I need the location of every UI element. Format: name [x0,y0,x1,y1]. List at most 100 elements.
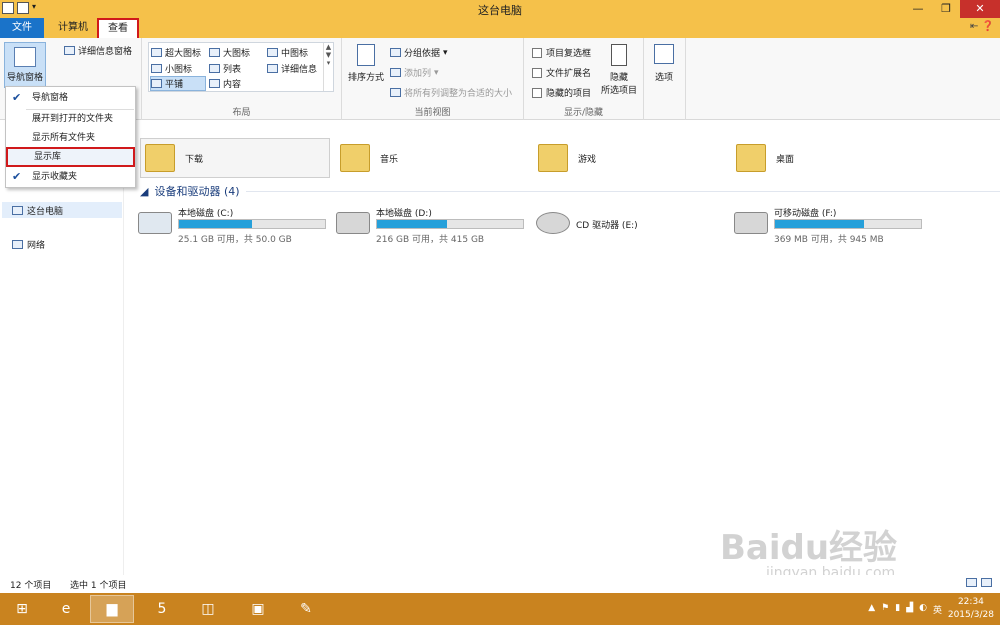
ribbon-collapse-icon[interactable]: ⇤ ❓ [970,21,994,32]
drive-name: 本地磁盘 (D:) [376,209,432,219]
layout-gallery-scroll[interactable]: ▲ ▼ ▾ [323,43,333,91]
nav-item-network[interactable]: 网络 [12,238,45,251]
checkbox[interactable] [532,47,542,58]
folder-label: 音乐 [380,154,399,165]
network-icon [12,240,23,249]
nav-item-this-pc[interactable]: 这台电脑 [2,202,122,218]
hide-selected-button[interactable]: 隐藏 所选项目 [598,44,640,96]
computer-icon [12,205,23,215]
cd-drive-icon [536,212,570,234]
close-button[interactable]: ✕ [960,0,1000,18]
ribbon: 导航窗格 详细信息窗格 超大图标 大图标 中图标 小图标 列表 详细信息 平铺 … [0,38,1000,120]
minimize-button[interactable]: — [904,0,932,18]
item-checkboxes-toggle[interactable]: 项目复选框 [532,46,591,59]
clock[interactable]: 22:34 2015/3/28 [948,596,994,622]
dropdown-item-label: 显示所有文件夹 [32,133,96,143]
tab-view[interactable]: 查看 [97,18,139,38]
options-icon [654,44,674,64]
xl-icons-icon [151,48,162,57]
folder-desktop[interactable]: 桌面 [736,138,926,178]
detail-pane-button[interactable]: 详细信息窗格 [64,44,132,57]
layout-small-icons[interactable]: 小图标 [151,61,192,76]
layout-list[interactable]: 列表 [209,61,241,76]
large-icons-view-icon[interactable] [981,578,992,587]
fit-columns-icon [390,88,401,97]
hide-selected-icon [611,44,627,66]
folder-label: 下载 [185,154,204,165]
group-by-icon [390,48,401,57]
system-tray: ▲ ⚑ ▮ ▟ ◐ 英 [868,603,942,616]
sort-button[interactable]: 排序方式 [346,44,386,83]
folder-icon: ▆ [106,601,118,617]
current-view-group: 排序方式 分组依据 ▾ 添加列 ▾ 将所有列调整为合适的大小 当前视图 [342,38,524,120]
layout-xl-icons[interactable]: 超大图标 [151,45,201,60]
layout-content[interactable]: 内容 [209,76,241,91]
remote-desktop-icon: ▣ [251,601,265,617]
input-language[interactable]: 英 [933,603,942,616]
power-icon[interactable]: ▮ [895,603,900,616]
ie-button[interactable]: e [44,595,88,623]
group-by-button[interactable]: 分组依据 ▾ [390,46,448,59]
maximize-button[interactable]: ❐ [932,0,960,18]
dropdown-item-expand[interactable]: 展开到打开的文件夹 [6,109,135,129]
checkbox[interactable] [532,67,542,78]
app5-button[interactable]: 5 [140,595,184,623]
drive-name: 本地磁盘 (C:) [178,209,234,219]
add-column-icon [390,68,401,77]
remote-button[interactable]: ▣ [236,595,280,623]
usage-bar [178,219,326,229]
folder-games[interactable]: 游戏 [538,138,728,178]
nav-pane-button[interactable]: 导航窗格 [4,42,46,88]
signal-icon[interactable]: ▟ [906,603,913,616]
selection-count: 选中 1 个项目 [70,581,127,591]
layout-details[interactable]: 详细信息 [267,61,317,76]
small-icons-label: 小图标 [165,65,193,75]
nav-item-label: 网络 [27,241,46,251]
file-ext-toggle[interactable]: 文件扩展名 [532,66,591,79]
volume-icon[interactable]: ◐ [919,603,927,616]
devices-section-header[interactable]: ◢ 设备和驱动器 (4) [140,183,1000,199]
paint-icon: ✎ [300,601,312,617]
drive-f[interactable]: 可移动磁盘 (F:) 369 MB 可用，共 945 MB [734,206,924,245]
dropdown-item-label: 导航窗格 [32,93,69,103]
drive-name: 可移动磁盘 (F:) [774,209,837,219]
internet-explorer-icon: e [61,601,71,617]
drive-c[interactable]: 本地磁盘 (C:) 25.1 GB 可用，共 50.0 GB [138,206,328,245]
paint-button[interactable]: ✎ [284,595,328,623]
flag-icon[interactable]: ⚑ [881,603,889,616]
dropdown-item-show-all[interactable]: 显示所有文件夹 [6,128,135,148]
drive-d[interactable]: 本地磁盘 (D:) 216 GB 可用，共 415 GB [336,206,526,245]
list-icon [209,64,220,73]
hidden-items-toggle[interactable]: 隐藏的项目 [532,86,591,99]
store-button[interactable]: ◫ [186,595,230,623]
checkbox[interactable] [532,87,542,98]
usage-fill [377,220,448,228]
usage-bar [376,219,524,229]
start-button[interactable]: ⊞ [0,595,44,623]
folder-downloads[interactable]: 下载 [140,138,330,178]
dropdown-item-show-favorites[interactable]: ✔ 显示收藏夹 [6,167,135,187]
drive-e[interactable]: CD 驱动器 (E:) [536,206,726,242]
tab-computer[interactable]: 计算机 [48,20,98,38]
add-column-button[interactable]: 添加列 ▾ [390,66,439,79]
folder-music[interactable]: 音乐 [340,138,530,178]
dropdown-item-show-libraries[interactable]: 显示库 [6,147,135,167]
tab-file[interactable]: 文件 [0,18,44,38]
status-bar: 12 个项目 选中 1 个项目 [0,575,1000,593]
drive-space: 25.1 GB 可用，共 50.0 GB [178,235,292,245]
dropdown-item-nav-pane[interactable]: ✔ 导航窗格 [6,88,135,108]
nav-pane-icon [14,47,36,67]
explorer-button[interactable]: ▆ [90,595,134,623]
folder-icon [538,144,568,172]
taskbar: ⊞ e ▆ 5 ◫ ▣ ✎ ▲ ⚑ ▮ ▟ ◐ 英 22:34 2015/3/28 [0,593,1000,625]
details-view-icon[interactable] [966,578,977,587]
group-by-label: 分组依据 [404,49,441,59]
layout-large-icons[interactable]: 大图标 [209,45,250,60]
folder-label: 游戏 [578,154,597,165]
layout-group-label: 布局 [232,108,251,118]
options-button[interactable]: 选项 [648,44,680,83]
layout-medium-icons[interactable]: 中图标 [267,45,308,60]
show-hidden-icons[interactable]: ▲ [868,603,875,616]
fit-columns-button[interactable]: 将所有列调整为合适的大小 [390,86,512,99]
layout-tiles[interactable]: 平铺 [150,76,206,91]
